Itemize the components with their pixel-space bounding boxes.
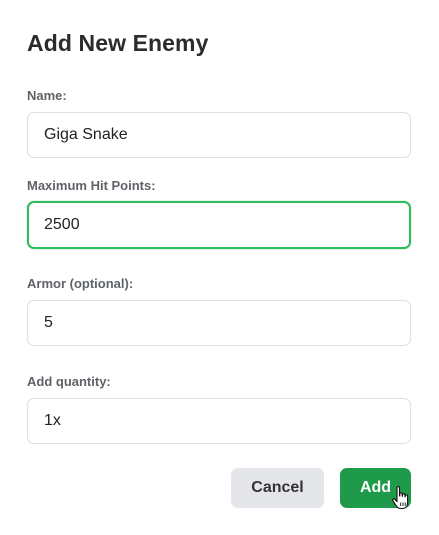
hand-pointer-icon bbox=[392, 486, 409, 510]
cancel-button[interactable]: Cancel bbox=[231, 468, 324, 508]
dialog-title: Add New Enemy bbox=[27, 30, 209, 56]
name-input[interactable] bbox=[27, 112, 411, 158]
max-hit-points-label: Maximum Hit Points: bbox=[27, 178, 156, 193]
quantity-input[interactable] bbox=[27, 398, 411, 444]
quantity-label: Add quantity: bbox=[27, 374, 111, 389]
max-hit-points-input[interactable] bbox=[27, 201, 411, 249]
armor-label: Armor (optional): bbox=[27, 276, 134, 291]
armor-input[interactable] bbox=[27, 300, 411, 346]
add-enemy-dialog: Add New Enemy Name: Maximum Hit Points: … bbox=[0, 0, 439, 535]
name-label: Name: bbox=[27, 88, 67, 103]
